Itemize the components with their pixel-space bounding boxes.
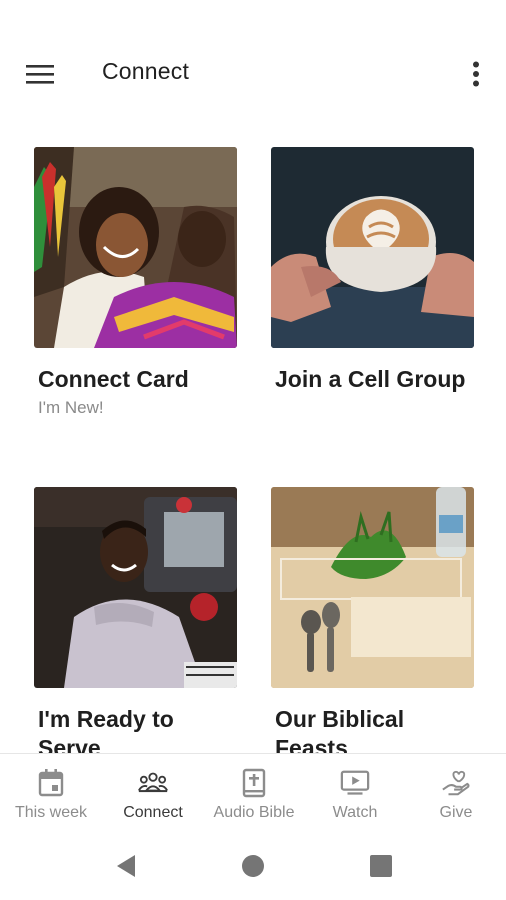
table-setting-photo <box>271 487 474 688</box>
group-icon <box>138 772 168 793</box>
heart-hand-icon <box>442 770 470 796</box>
system-navigation-bar <box>0 833 506 900</box>
card-ready-to-serve[interactable]: I'm Ready to Serve <box>34 487 237 753</box>
nav-label: Give <box>439 804 473 821</box>
recents-square-icon[interactable] <box>368 853 394 879</box>
page-title: Connect <box>102 58 190 84</box>
content-area[interactable]: Connect Card I'm New! Join a Cell Group <box>0 116 506 753</box>
nav-label: This week <box>14 804 88 821</box>
card-title: Join a Cell Group <box>275 366 466 392</box>
bible-icon <box>242 768 266 798</box>
nav-label: Connect <box>123 804 183 821</box>
bottom-navigation: This week Connect Audio Bible Watch Give <box>0 753 506 833</box>
back-triangle-icon[interactable] <box>113 853 139 879</box>
card-biblical-feasts[interactable]: Our Biblical Feasts <box>271 487 474 753</box>
play-screen-icon <box>340 770 370 795</box>
nav-item-connect[interactable]: Connect <box>110 754 196 834</box>
latte-coffee-photo <box>271 147 474 348</box>
hamburger-menu-icon <box>26 65 54 84</box>
man-at-camera-photo <box>34 487 237 688</box>
nav-item-give[interactable]: Give <box>416 754 496 834</box>
menu-button[interactable] <box>22 60 58 88</box>
card-title: Our Biblical Feasts <box>275 706 405 753</box>
more-vert-icon <box>473 61 479 87</box>
app-bar: Connect <box>0 32 506 116</box>
card-join-cell-group[interactable]: Join a Cell Group <box>271 147 474 398</box>
nav-item-watch[interactable]: Watch <box>314 754 396 834</box>
nav-item-audio-bible[interactable]: Audio Bible <box>208 754 300 834</box>
card-connect-card[interactable]: Connect Card I'm New! <box>34 147 237 418</box>
card-title: I'm Ready to Serve <box>38 706 174 753</box>
card-title: Connect Card <box>38 366 189 392</box>
nav-label: Audio Bible <box>213 804 295 821</box>
calendar-icon <box>38 769 64 797</box>
nav-item-this-week[interactable]: This week <box>8 754 94 834</box>
status-bar <box>0 0 506 32</box>
more-options-button[interactable] <box>464 58 488 90</box>
nav-label: Watch <box>332 804 378 821</box>
woman-smiling-photo <box>34 147 237 348</box>
home-circle-icon[interactable] <box>240 853 266 879</box>
card-subtitle: I'm New! <box>38 398 104 417</box>
